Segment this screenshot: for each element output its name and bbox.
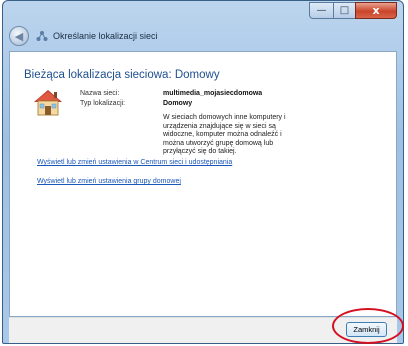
location-description: W sieciach domowych inne komputery i urz… bbox=[163, 114, 286, 156]
close-button[interactable]: Zamknij bbox=[346, 322, 387, 337]
content-panel: Bieżąca lokalizacja sieciowa: Domowy Naz… bbox=[9, 51, 397, 317]
maximize-button[interactable]: □ bbox=[333, 2, 355, 19]
location-type-value: Domowy bbox=[163, 100, 193, 107]
navigation-bar: ◀ Określanie lokalizacji sieci bbox=[9, 23, 397, 49]
close-window-button[interactable]: x bbox=[355, 2, 397, 19]
back-arrow-icon[interactable]: ◀ bbox=[9, 26, 29, 46]
minimize-button[interactable]: — bbox=[309, 2, 333, 19]
network-name-value: multimedia_mojasiecdomowa bbox=[163, 90, 263, 97]
network-icon bbox=[35, 29, 49, 43]
caption-buttons: — □ x bbox=[309, 2, 397, 20]
dialog-window: — □ x ◀ Określanie lokalizacji sieci Bie… bbox=[2, 0, 404, 344]
home-network-icon bbox=[31, 87, 65, 117]
window-title: Określanie lokalizacji sieci bbox=[53, 31, 158, 41]
location-type-label: Typ lokalizacji: bbox=[80, 100, 126, 107]
dialog-footer: Zamknij bbox=[9, 317, 397, 343]
network-name-label: Nazwa sieci: bbox=[80, 90, 120, 97]
sharing-center-link[interactable]: Wyświetl lub zmień ustawienia w Centrum … bbox=[37, 159, 232, 166]
page-title: Bieżąca lokalizacja sieciowa: Domowy bbox=[24, 69, 220, 81]
homegroup-settings-link[interactable]: Wyświetl lub zmień ustawienia grupy domo… bbox=[37, 178, 181, 185]
